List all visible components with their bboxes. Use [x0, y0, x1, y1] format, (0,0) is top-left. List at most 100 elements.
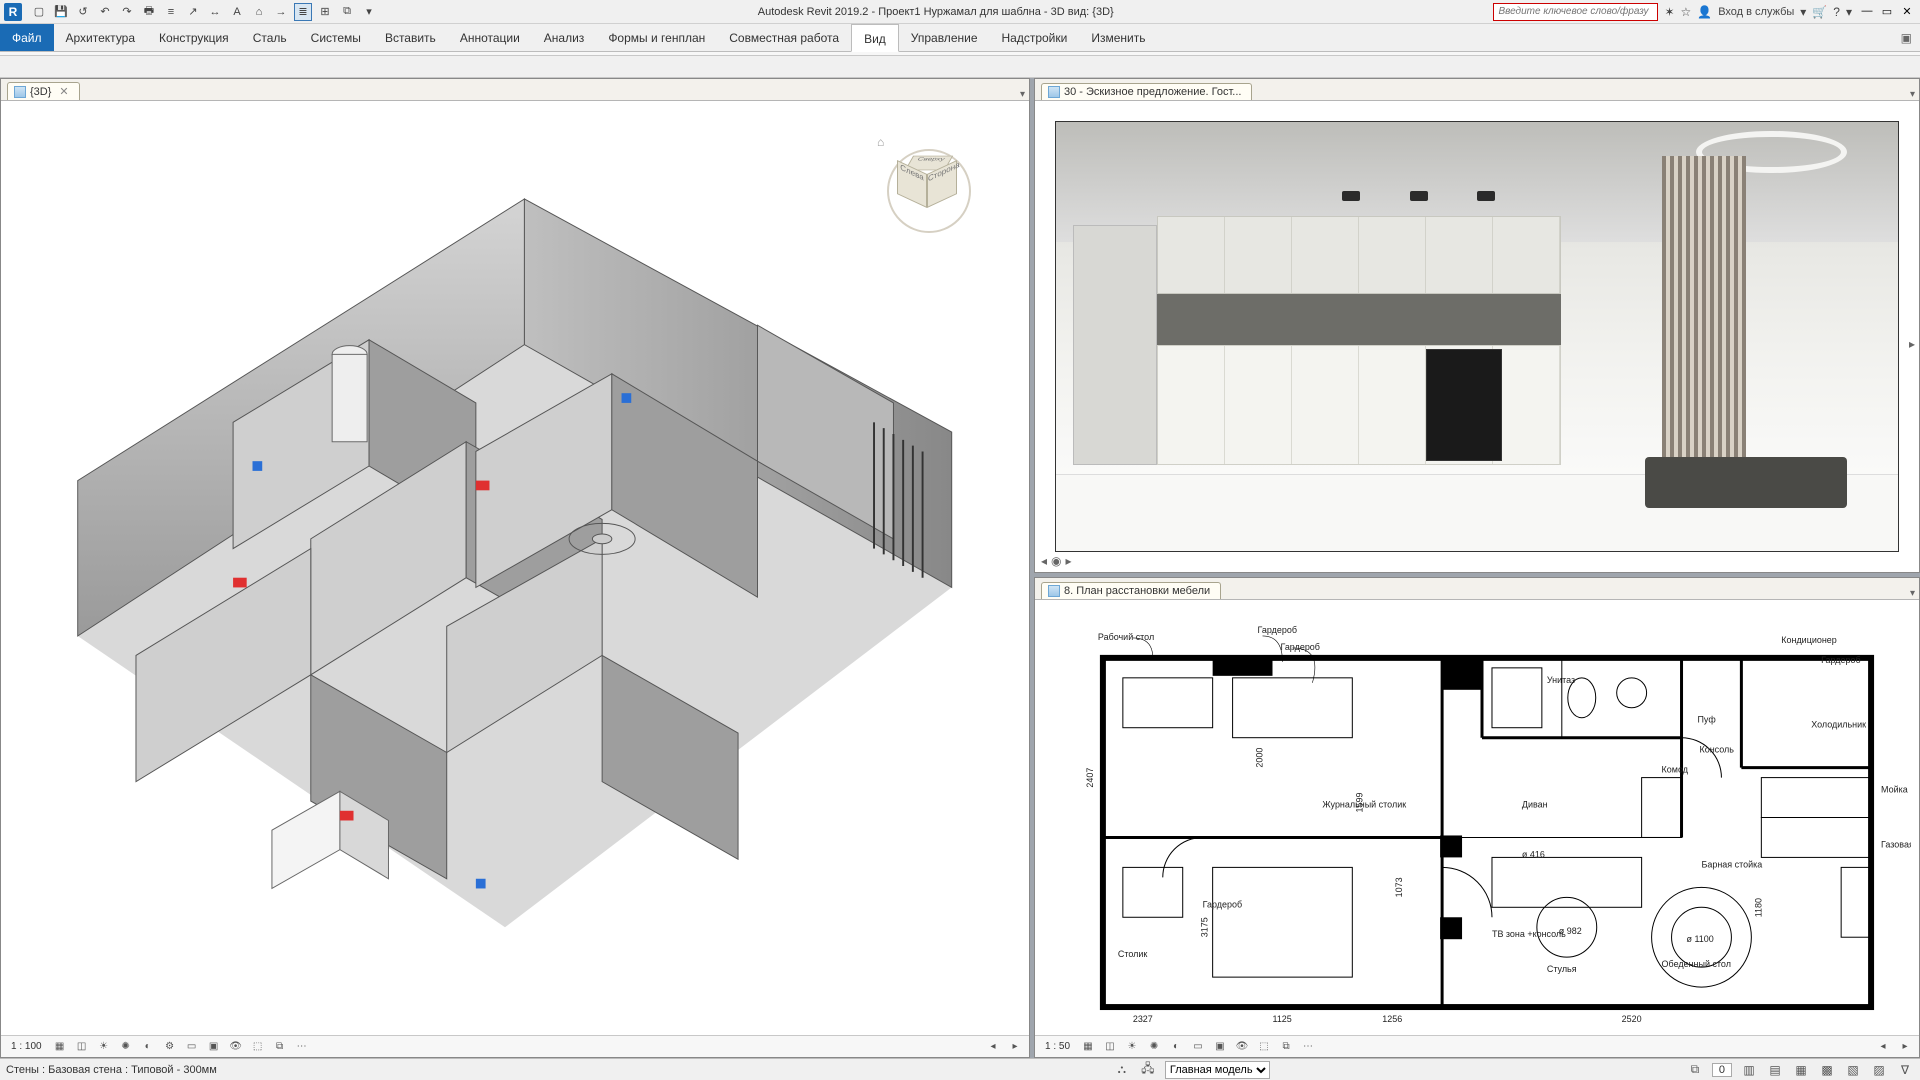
- tab-massing[interactable]: Формы и генплан: [596, 24, 717, 51]
- view-tab-render[interactable]: 30 - Эскизное предложение. Гост...: [1041, 83, 1252, 100]
- tab-systems[interactable]: Системы: [299, 24, 373, 51]
- ribbon-collapse-icon[interactable]: ▣: [1893, 24, 1920, 51]
- tab-steel[interactable]: Сталь: [241, 24, 299, 51]
- subscription-icon[interactable]: ✶: [1664, 5, 1674, 19]
- vcb-reveal-icon[interactable]: ⧉: [272, 1039, 288, 1055]
- search-input[interactable]: [1493, 3, 1658, 21]
- view-3d-maximize-icon[interactable]: ▾: [1020, 89, 1025, 100]
- help-dropdown-icon[interactable]: ▾: [1846, 5, 1852, 19]
- view-tab-3d[interactable]: {3D} ✕: [7, 82, 80, 100]
- qat-text-icon[interactable]: A: [228, 3, 246, 21]
- status-filter4-icon[interactable]: ▩: [1818, 1062, 1836, 1078]
- vcb-temp-icon[interactable]: ⬚: [250, 1039, 266, 1055]
- vcb-plan-shadow-icon[interactable]: ◐: [1168, 1039, 1184, 1055]
- signin-dropdown-icon[interactable]: ▾: [1800, 5, 1806, 19]
- help-icon[interactable]: ?: [1833, 5, 1840, 19]
- qat-arrow-icon[interactable]: →: [272, 3, 290, 21]
- vcb-detail-icon[interactable]: ◫: [74, 1039, 90, 1055]
- qat-undo-icon[interactable]: ↶: [96, 3, 114, 21]
- status-filter3-icon[interactable]: ▦: [1792, 1062, 1810, 1078]
- favorite-icon[interactable]: ☆: [1681, 5, 1692, 19]
- vcb-plan-reveal-icon[interactable]: ⧉: [1278, 1039, 1294, 1055]
- qat-measure-icon[interactable]: ≡: [162, 3, 180, 21]
- dim-2407: 2407: [1085, 768, 1095, 788]
- canvas-render[interactable]: ◂ ◉ ▸ ▸: [1035, 101, 1919, 572]
- vcb-plan-crop-icon[interactable]: ▭: [1190, 1039, 1206, 1055]
- exchange-icon[interactable]: 🛒: [1812, 5, 1827, 19]
- revit-app-icon[interactable]: R: [4, 3, 22, 21]
- view-plan-maximize-icon[interactable]: ▾: [1910, 588, 1915, 599]
- vcb-crop-icon[interactable]: ▭: [184, 1039, 200, 1055]
- close-button[interactable]: ✕: [1898, 5, 1916, 18]
- tab-file[interactable]: Файл: [0, 24, 54, 51]
- tab-manage[interactable]: Управление: [899, 24, 990, 51]
- vcb-plan-scroll-right-icon[interactable]: ▸: [1897, 1039, 1913, 1055]
- tab-modify[interactable]: Изменить: [1079, 24, 1157, 51]
- tab-addins[interactable]: Надстройки: [990, 24, 1080, 51]
- qat-sync-icon[interactable]: ↺: [74, 3, 92, 21]
- vcb-unhide-icon[interactable]: 👁: [228, 1039, 244, 1055]
- minimize-button[interactable]: —: [1858, 5, 1876, 18]
- qat-redo-icon[interactable]: ↷: [118, 3, 136, 21]
- vcb-shadow-icon[interactable]: ◐: [140, 1039, 156, 1055]
- qat-open-icon[interactable]: ▢: [30, 3, 48, 21]
- status-filter2-icon[interactable]: ▤: [1766, 1062, 1784, 1078]
- tab-structure[interactable]: Конструкция: [147, 24, 241, 51]
- vcb-style-icon[interactable]: ☀: [96, 1039, 112, 1055]
- qat-close-hidden-icon[interactable]: ⊞: [316, 3, 334, 21]
- vcb-plan-style-icon[interactable]: ☀: [1124, 1039, 1140, 1055]
- tab-analyze[interactable]: Анализ: [532, 24, 597, 51]
- vcb-plan-more-icon[interactable]: ⋯: [1300, 1039, 1316, 1055]
- status-main-model-select[interactable]: Главная модель: [1165, 1061, 1270, 1079]
- status-filter1-icon[interactable]: ▥: [1740, 1062, 1758, 1078]
- canvas-3d[interactable]: ⌂ Сверху Слева Сторона: [1, 101, 1029, 1035]
- scale-plan[interactable]: 1 : 50: [1041, 1041, 1074, 1052]
- view-tab-3d-close-icon[interactable]: ✕: [59, 85, 68, 98]
- vcb-plan-sun-icon[interactable]: ✺: [1146, 1039, 1162, 1055]
- tab-collaborate[interactable]: Совместная работа: [717, 24, 851, 51]
- vcb-plan-cropvis-icon[interactable]: ▣: [1212, 1039, 1228, 1055]
- vcb-sun-icon[interactable]: ✺: [118, 1039, 134, 1055]
- vcb-scroll-right-icon[interactable]: ▸: [1007, 1039, 1023, 1055]
- qat-dim-icon[interactable]: ↔: [206, 3, 224, 21]
- status-filter7-icon[interactable]: ∇: [1896, 1062, 1914, 1078]
- vcb-plan-unhide-icon[interactable]: 👁: [1234, 1039, 1250, 1055]
- tab-architecture[interactable]: Архитектура: [54, 24, 148, 51]
- signin-label[interactable]: Вход в службы: [1718, 6, 1794, 18]
- render-scroll-right-icon[interactable]: ▸: [1909, 337, 1915, 351]
- maximize-button[interactable]: ▭: [1878, 5, 1896, 18]
- qat-dropdown-icon[interactable]: ▾: [360, 3, 378, 21]
- user-icon[interactable]: 👤: [1697, 5, 1712, 19]
- tab-annotate[interactable]: Аннотации: [448, 24, 532, 51]
- tab-view[interactable]: Вид: [851, 24, 899, 52]
- qat-thinlines-icon[interactable]: ≣: [294, 3, 312, 21]
- vcb-graphics-icon[interactable]: ▦: [52, 1039, 68, 1055]
- qat-switch-win-icon[interactable]: ⧉: [338, 3, 356, 21]
- tab-insert[interactable]: Вставить: [373, 24, 448, 51]
- vcb-plan-detail-icon[interactable]: ◫: [1102, 1039, 1118, 1055]
- canvas-plan[interactable]: Рабочий стол Гардероб Гардероб Унитаз Ко…: [1035, 600, 1919, 1035]
- qat-save-icon[interactable]: 💾: [52, 3, 70, 21]
- status-link-icon[interactable]: 🖧: [1139, 1062, 1157, 1078]
- status-filter6-icon[interactable]: ▨: [1870, 1062, 1888, 1078]
- render-thumb-icon[interactable]: ◉: [1051, 554, 1061, 568]
- qat-print-icon[interactable]: 🖶: [140, 3, 158, 21]
- status-filter5-icon[interactable]: ▧: [1844, 1062, 1862, 1078]
- scale-3d[interactable]: 1 : 100: [7, 1041, 46, 1052]
- qat-align-icon[interactable]: ↗: [184, 3, 202, 21]
- qat-component-icon[interactable]: ⌂: [250, 3, 268, 21]
- view-plan-icon: [1048, 585, 1060, 597]
- render-next-icon[interactable]: ▸: [1066, 554, 1072, 568]
- vcb-more-icon[interactable]: ⋯: [294, 1039, 310, 1055]
- vcb-scroll-left-icon[interactable]: ◂: [985, 1039, 1001, 1055]
- status-workset-icon[interactable]: ⛬: [1113, 1062, 1131, 1078]
- view-tab-plan[interactable]: 8. План расстановки мебели: [1041, 582, 1221, 599]
- view-render-maximize-icon[interactable]: ▾: [1910, 89, 1915, 100]
- vcb-render-icon[interactable]: ⚙: [162, 1039, 178, 1055]
- vcb-plan-scroll-left-icon[interactable]: ◂: [1875, 1039, 1891, 1055]
- vcb-plan-temp-icon[interactable]: ⬚: [1256, 1039, 1272, 1055]
- status-select-icon[interactable]: ⧉: [1686, 1062, 1704, 1078]
- vcb-plan-graphics-icon[interactable]: ▦: [1080, 1039, 1096, 1055]
- render-prev-icon[interactable]: ◂: [1041, 554, 1047, 568]
- vcb-cropvis-icon[interactable]: ▣: [206, 1039, 222, 1055]
